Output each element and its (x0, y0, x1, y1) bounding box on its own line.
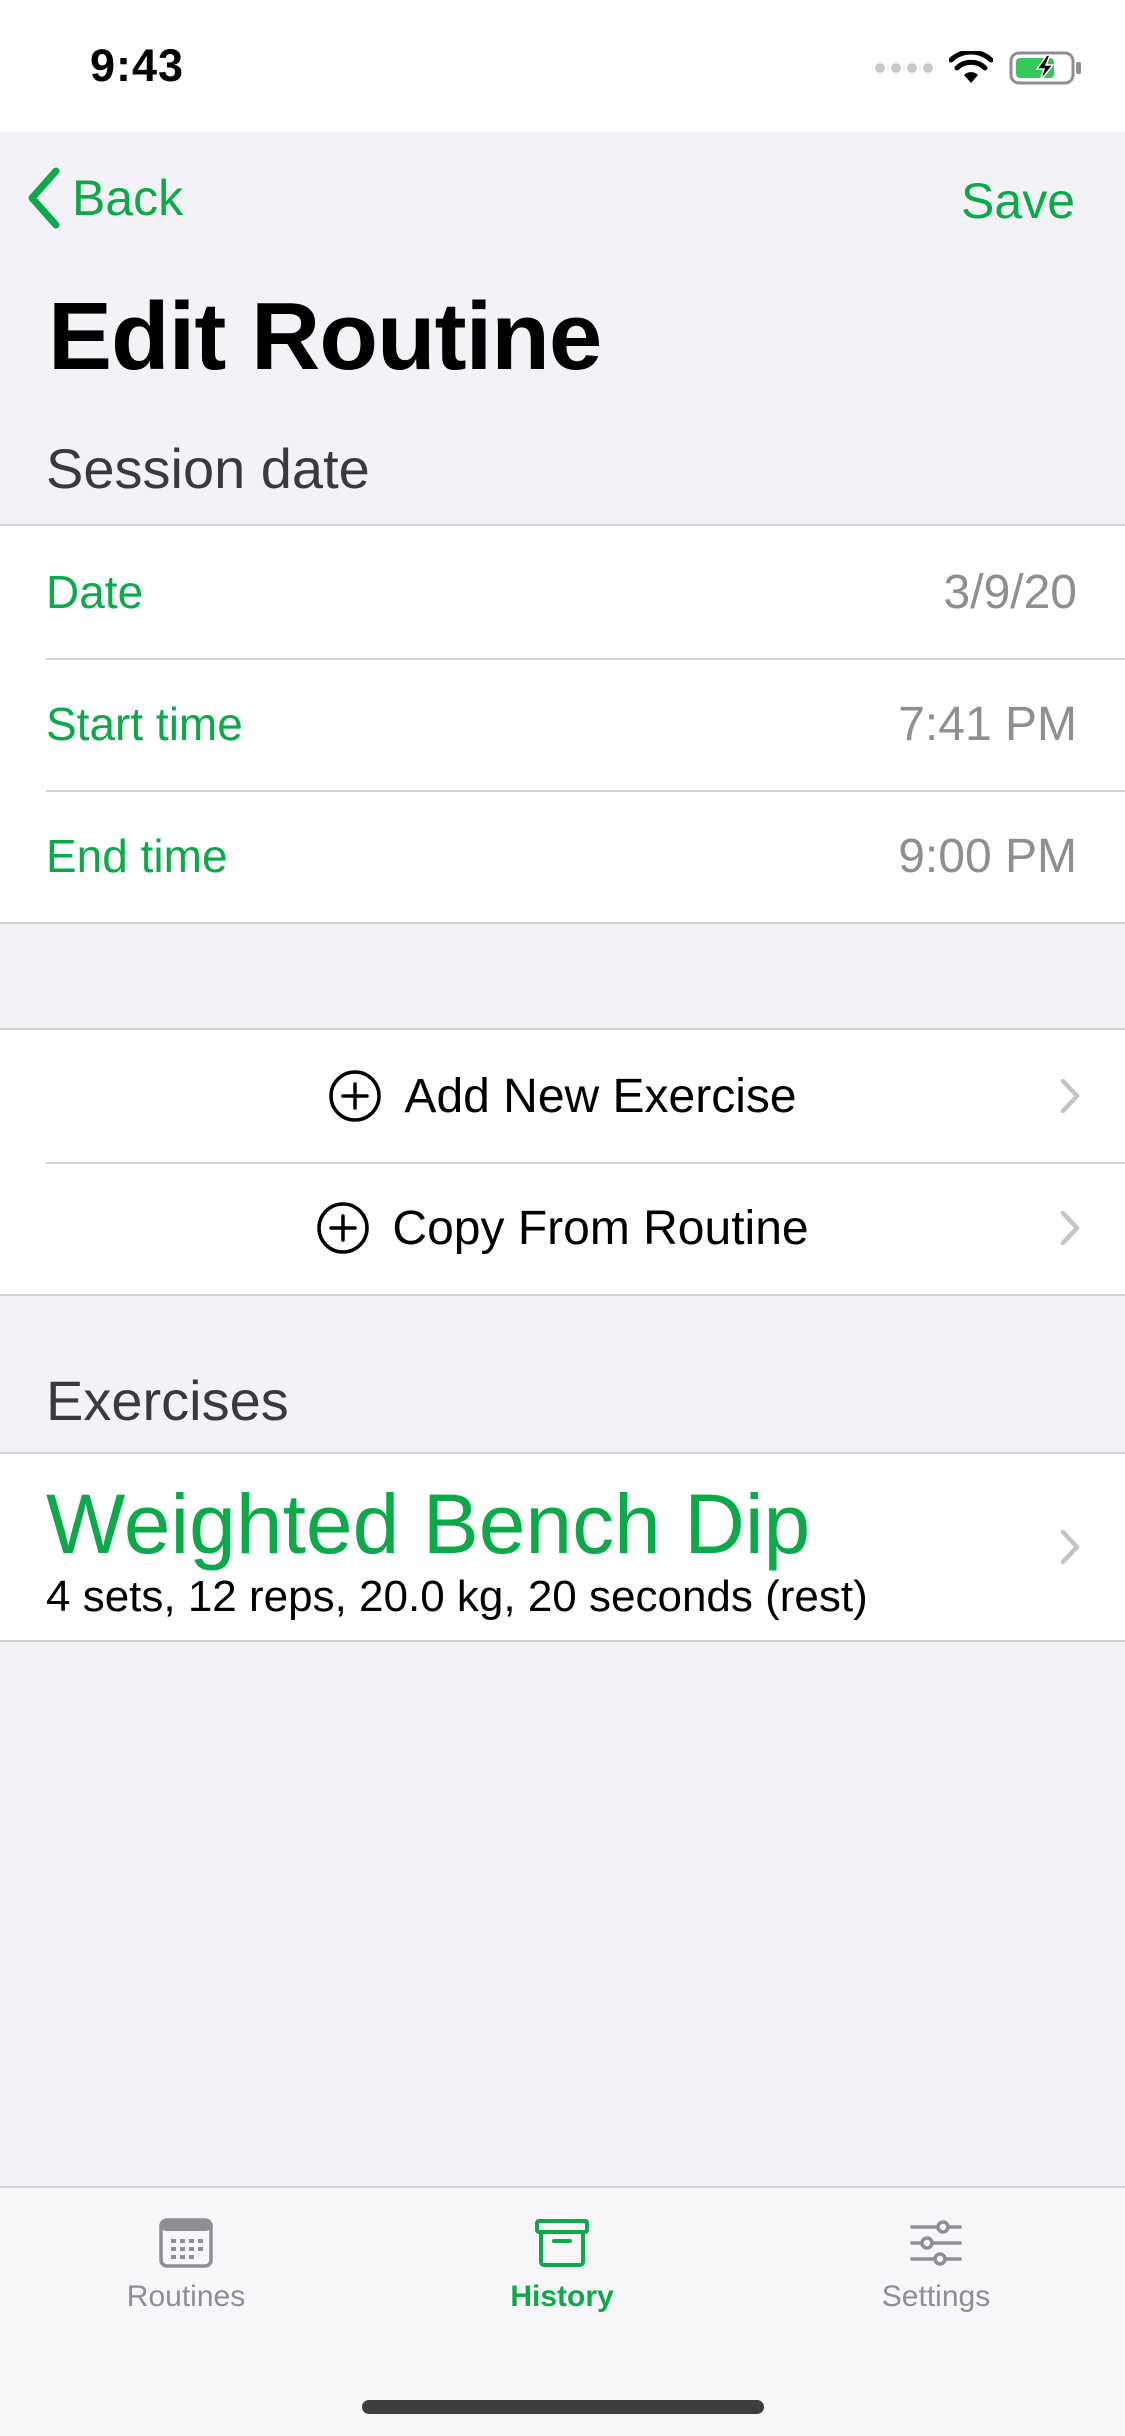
tab-routines[interactable]: Routines (56, 2218, 316, 2314)
tab-history[interactable]: History (432, 2218, 692, 2314)
save-button[interactable]: Save (961, 172, 1075, 230)
tab-settings-label: Settings (881, 2280, 991, 2313)
exercises-header: Exercises (46, 1369, 289, 1432)
chevron-right-icon (1060, 1078, 1080, 1114)
start-time-value: 7:41 PM (898, 697, 1077, 751)
exercise-row[interactable]: Weighted Bench Dip 4 sets, 12 reps, 20.0… (0, 1454, 1125, 1640)
status-bar: 9:43 (0, 0, 1125, 132)
exercise-name: Weighted Bench Dip (46, 1477, 811, 1571)
tab-routines-label: Routines (126, 2280, 246, 2313)
status-time: 9:43 (90, 40, 185, 91)
add-new-exercise-label: Add New Exercise (404, 1069, 797, 1123)
plus-circle-icon (317, 1202, 370, 1254)
back-label: Back (72, 170, 184, 226)
chevron-right-icon (1060, 1210, 1080, 1246)
date-value: 3/9/20 (943, 565, 1077, 619)
page-title: Edit Routine (48, 283, 602, 390)
copy-from-routine-content: Copy From Routine (316, 1201, 809, 1256)
cellular-signal-icon (875, 63, 933, 73)
battery-charging-icon (1009, 51, 1081, 85)
date-row[interactable]: Date 3/9/20 (0, 526, 1125, 658)
start-time-row[interactable]: Start time 7:41 PM (0, 658, 1125, 790)
session-date-group: Date 3/9/20 Start time 7:41 PM End time … (0, 524, 1125, 924)
status-icons (875, 48, 1083, 88)
session-date-header: Session date (46, 437, 370, 500)
exercises-group: Weighted Bench Dip 4 sets, 12 reps, 20.0… (0, 1452, 1125, 1642)
end-time-label: End time (46, 830, 228, 882)
tab-bar: Routines History Settings (0, 2186, 1125, 2436)
tab-settings[interactable]: Settings (806, 2218, 1066, 2314)
end-time-value: 9:00 PM (898, 829, 1077, 883)
home-indicator[interactable] (362, 2400, 764, 2414)
copy-from-routine-button[interactable]: Copy From Routine (0, 1162, 1125, 1294)
calendar-icon (159, 2218, 213, 2268)
date-label: Date (46, 566, 144, 618)
actions-group: Add New Exercise Copy From Routine (0, 1028, 1125, 1296)
exercise-detail: 4 sets, 12 reps, 20.0 kg, 20 seconds (re… (46, 1572, 868, 1621)
start-time-label: Start time (46, 698, 243, 750)
add-new-exercise-button[interactable]: Add New Exercise (0, 1030, 1125, 1162)
edit-routine-screen: 9:43 Back Save Edit Routine Session date… (0, 0, 1125, 2436)
tab-history-label: History (510, 2280, 614, 2313)
wifi-icon (949, 51, 993, 83)
chevron-left-icon (28, 167, 60, 229)
copy-from-routine-label: Copy From Routine (392, 1201, 809, 1255)
back-button[interactable]: Back (26, 166, 183, 230)
end-time-row[interactable]: End time 9:00 PM (0, 790, 1125, 922)
chevron-right-icon (1060, 1529, 1080, 1565)
plus-circle-icon (329, 1070, 382, 1122)
sliders-icon (910, 2220, 962, 2266)
add-new-exercise-content: Add New Exercise (328, 1069, 797, 1124)
archive-box-icon (535, 2219, 589, 2267)
